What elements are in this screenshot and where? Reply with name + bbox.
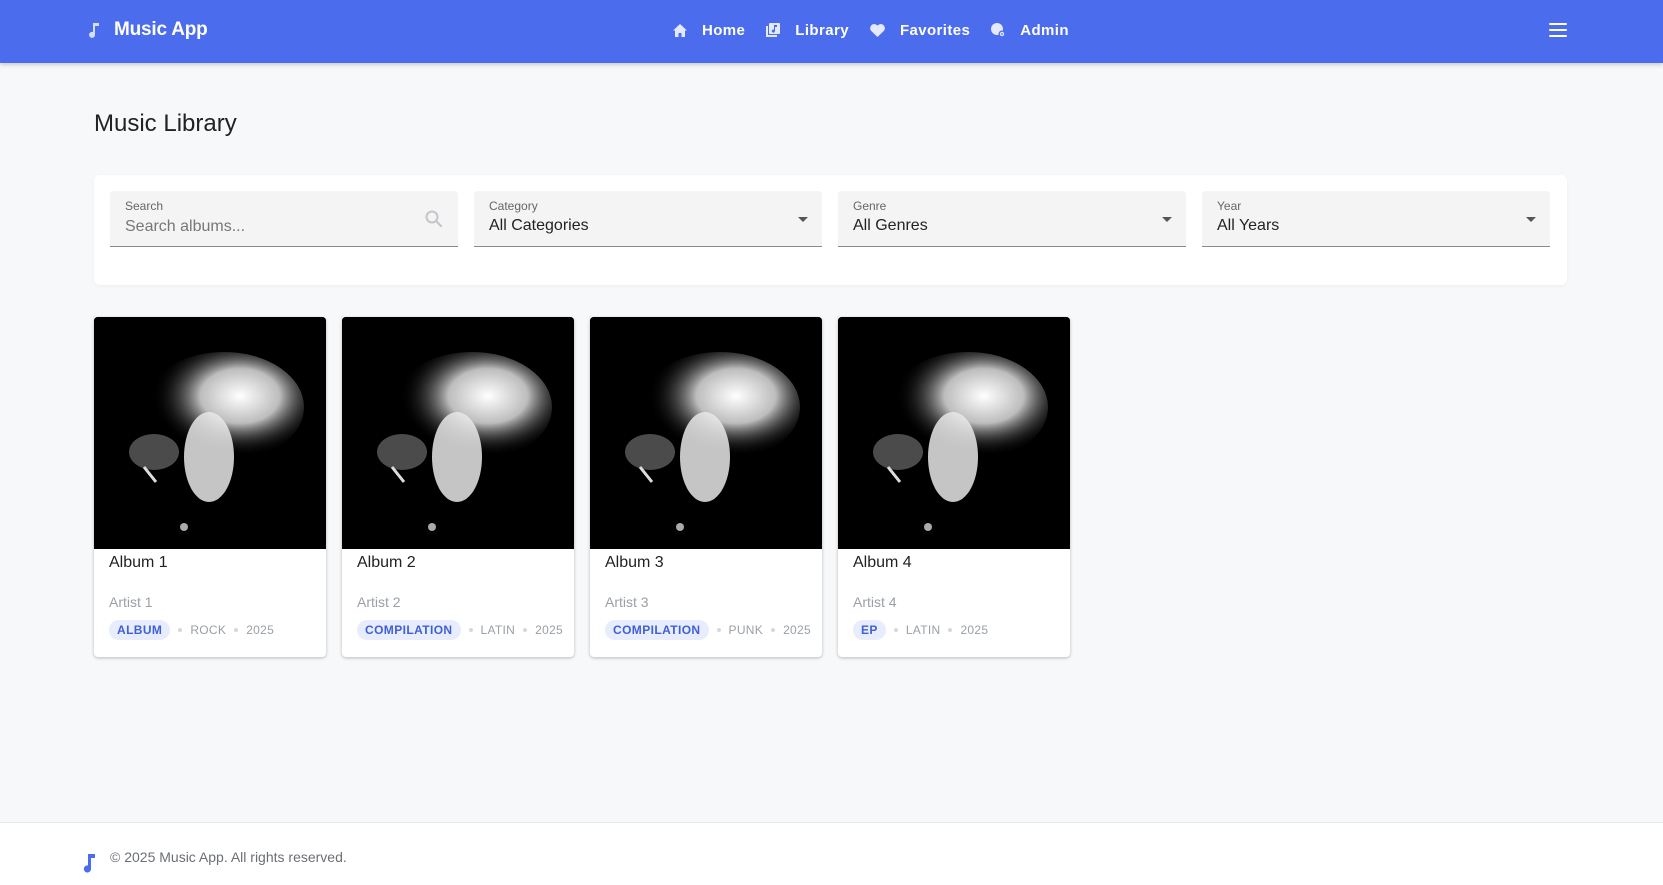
nav-favorites[interactable]: Favorites <box>869 22 970 39</box>
footer: © 2025 Music App. All rights reserved. <box>0 822 1663 885</box>
music-note-icon <box>82 853 96 878</box>
nav-admin[interactable]: Admin <box>990 22 1069 39</box>
home-icon <box>672 23 688 38</box>
chevron-down-icon <box>798 217 808 222</box>
album-genre: ROCK <box>190 623 227 637</box>
separator-dot <box>523 628 528 632</box>
category-label: Category <box>489 199 538 213</box>
nav-admin-label: Admin <box>1020 21 1069 39</box>
brand[interactable]: Music App <box>88 0 208 60</box>
album-year: 2025 <box>960 623 989 637</box>
album-card[interactable]: Album 1 Artist 1 ALBUM ROCK 2025 <box>94 317 326 657</box>
nav-favorites-label: Favorites <box>899 21 971 39</box>
hamburger-menu-icon[interactable] <box>1548 20 1568 40</box>
nav-library[interactable]: Library <box>765 22 849 39</box>
search-icon[interactable] <box>424 209 444 234</box>
genre-label: Genre <box>853 199 887 213</box>
nav-library-label: Library <box>795 21 849 39</box>
album-card[interactable]: Album 3 Artist 3 COMPILATION PUNK 2025 <box>590 317 822 657</box>
album-type-badge: EP <box>853 620 886 640</box>
separator-dot <box>468 628 473 632</box>
album-genre: PUNK <box>728 623 764 637</box>
album-artist: Artist 1 <box>109 594 153 610</box>
album-meta: ALBUM ROCK 2025 <box>109 620 274 640</box>
category-select[interactable]: Category All Categories <box>474 191 822 247</box>
album-meta: COMPILATION LATIN 2025 <box>357 620 563 640</box>
nav-home-label: Home <box>702 21 746 39</box>
separator-dot <box>893 628 898 632</box>
app-title: Music App <box>114 19 208 40</box>
admin-icon <box>990 22 1006 38</box>
separator-dot <box>234 628 239 632</box>
filter-panel: Search Category All Categories Genre All… <box>94 175 1567 285</box>
album-title: Album 2 <box>357 554 416 571</box>
separator-dot <box>771 628 776 632</box>
album-genre: LATIN <box>480 623 516 637</box>
heart-icon <box>869 23 886 38</box>
search-field[interactable]: Search <box>110 191 458 247</box>
album-card[interactable]: Album 2 Artist 2 COMPILATION LATIN 2025 <box>342 317 574 657</box>
chevron-down-icon <box>1162 217 1172 222</box>
chevron-down-icon <box>1526 217 1536 222</box>
page-title: Music Library <box>94 110 237 137</box>
main-nav: Home Library Favorites Admin <box>672 0 1069 60</box>
album-artist: Artist 4 <box>853 594 897 610</box>
copyright-text: © 2025 Music App. All rights reserved. <box>110 849 347 865</box>
category-value: All Categories <box>489 217 589 234</box>
separator-dot <box>948 628 953 632</box>
separator-dot <box>178 628 183 632</box>
genre-select[interactable]: Genre All Genres <box>838 191 1186 247</box>
album-type-badge: COMPILATION <box>357 620 461 640</box>
album-artist: Artist 3 <box>605 594 649 610</box>
album-title: Album 3 <box>605 554 664 571</box>
music-note-icon <box>88 22 100 38</box>
nav-home[interactable]: Home <box>672 22 745 39</box>
album-year: 2025 <box>783 623 811 637</box>
album-type-badge: ALBUM <box>109 620 171 640</box>
search-label: Search <box>125 199 164 213</box>
album-cover-image <box>94 317 326 549</box>
album-year: 2025 <box>246 623 275 637</box>
album-card[interactable]: Album 4 Artist 4 EP LATIN 2025 <box>838 317 1070 657</box>
search-input[interactable] <box>125 216 415 238</box>
album-type-badge: COMPILATION <box>605 620 709 640</box>
album-year: 2025 <box>535 623 564 637</box>
album-cover-image <box>342 317 574 549</box>
album-genre: LATIN <box>905 623 941 637</box>
album-meta: EP LATIN 2025 <box>853 620 988 640</box>
separator-dot <box>716 628 721 632</box>
genre-value: All Genres <box>853 217 928 234</box>
album-cover-image <box>838 317 1070 549</box>
album-artist: Artist 2 <box>357 594 401 610</box>
album-meta: COMPILATION PUNK 2025 <box>605 620 811 640</box>
album-title: Album 4 <box>853 554 912 571</box>
app-header: Music App Home Library Favorites Admin <box>0 0 1663 63</box>
album-title: Album 1 <box>109 554 168 571</box>
year-select[interactable]: Year All Years <box>1202 191 1550 247</box>
year-label: Year <box>1217 199 1242 213</box>
library-icon <box>765 22 781 38</box>
album-cover-image <box>590 317 822 549</box>
year-value: All Years <box>1217 217 1280 234</box>
